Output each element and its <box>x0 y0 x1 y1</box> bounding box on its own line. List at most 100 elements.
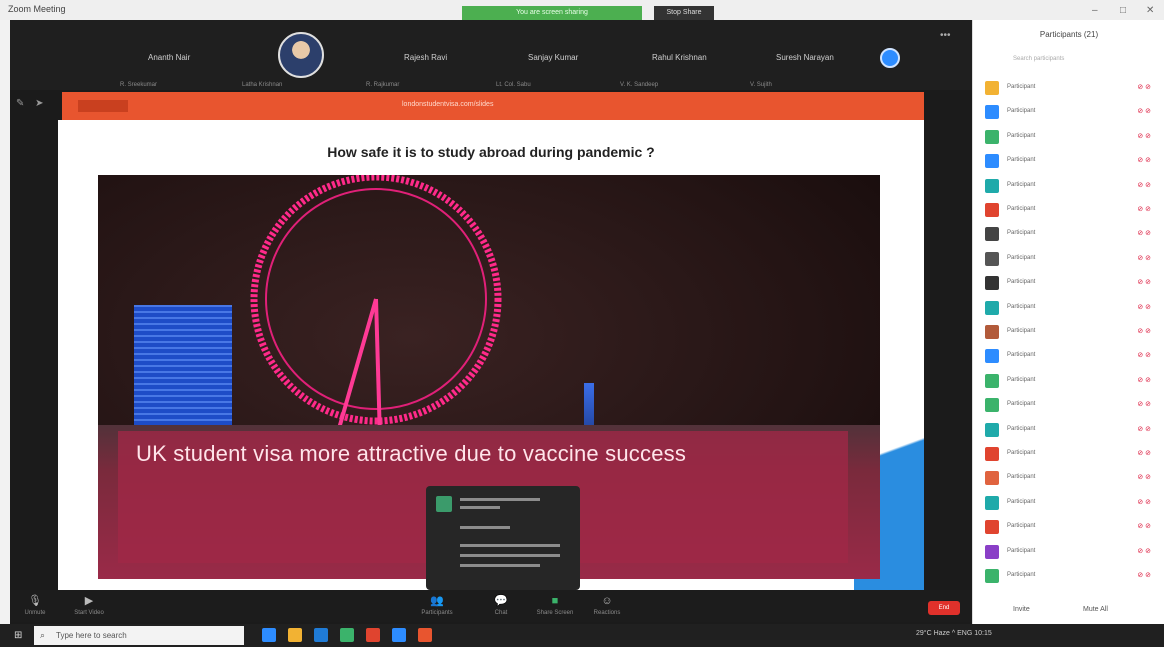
start-video-button[interactable]: ▶ Start Video <box>64 594 114 616</box>
muted-mic-icon: ⊘ ⊘ <box>1137 108 1151 116</box>
system-tray[interactable]: 29°C Haze ^ ENG 10:15 <box>916 630 992 637</box>
muted-mic-icon: ⊘ ⊘ <box>1137 572 1151 579</box>
participant-row[interactable]: Participant ⊘ ⊘ <box>983 568 1155 584</box>
participant-name: Participant <box>1007 498 1036 505</box>
gallery-subname: V. Sujith <box>750 82 772 88</box>
meeting-toolbar: 🎙 Unmute ▶ Start Video 👥 Participants 💬 … <box>10 590 972 622</box>
gallery-subname: R. Rajkumar <box>366 82 400 88</box>
participant-row[interactable]: Participant ⊘ ⊘ <box>983 251 1155 267</box>
participant-row[interactable]: Participant ⊘ ⊘ <box>983 202 1155 218</box>
os-taskbar: ⊞ ⌕ Type here to search 29°C Haze ^ ENG … <box>0 624 1164 647</box>
participant-row[interactable]: Participant ⊘ ⊘ <box>983 324 1155 340</box>
participant-row[interactable]: Participant ⊘ ⊘ <box>983 544 1155 560</box>
participant-avatar <box>985 471 999 486</box>
participant-avatar <box>985 325 999 339</box>
mute-all-button[interactable]: Mute All <box>1083 606 1108 613</box>
share-screen-button[interactable]: ■ Share Screen <box>530 594 580 616</box>
participant-avatar <box>985 129 999 144</box>
participant-row[interactable]: Participant ⊘ ⊘ <box>983 178 1155 194</box>
end-meeting-button[interactable]: End <box>928 601 960 615</box>
participant-row[interactable]: Participant ⊘ ⊘ <box>983 153 1155 169</box>
unmute-button[interactable]: 🎙 Unmute <box>10 594 60 616</box>
gallery-name[interactable]: Sanjay Kumar <box>528 53 578 62</box>
taskbar-app-icon[interactable] <box>418 628 432 642</box>
participants-button[interactable]: 👥 Participants <box>412 594 462 616</box>
participant-name: Participant <box>1007 132 1036 139</box>
participant-row[interactable]: Participant ⊘ ⊘ <box>983 422 1155 438</box>
participant-name: Participant <box>1007 352 1036 359</box>
reactions-button[interactable]: ☺ Reactions <box>582 594 632 616</box>
participant-name: Participant <box>1007 254 1036 261</box>
participant-search-input[interactable]: Search participants <box>1013 56 1123 66</box>
participant-name: Participant <box>1007 206 1036 212</box>
participant-row[interactable]: Participant ⊘ ⊘ <box>983 519 1155 535</box>
participant-row[interactable]: Participant ⊘ ⊘ <box>983 275 1155 291</box>
participant-avatar <box>985 251 999 266</box>
chat-sender-avatar <box>436 496 452 512</box>
windows-start-icon[interactable]: ⊞ <box>14 630 22 641</box>
participant-avatar <box>985 203 999 217</box>
participant-row[interactable]: Participant ⊘ ⊘ <box>983 446 1155 462</box>
participant-row[interactable]: Participant ⊘ ⊘ <box>983 348 1155 364</box>
participants-icon: 👥 <box>430 595 444 607</box>
participant-row[interactable]: Participant ⊘ ⊘ <box>983 373 1155 389</box>
taskbar-app-icon[interactable] <box>262 628 276 642</box>
arrow-icon[interactable]: ➤ <box>35 98 43 109</box>
gallery-name[interactable]: Rajesh Ravi <box>404 53 447 62</box>
muted-mic-icon: ⊘ ⊘ <box>1137 352 1151 360</box>
participant-avatar <box>985 178 999 193</box>
gallery-name[interactable]: Suresh Narayan <box>776 53 834 62</box>
muted-mic-icon: ⊘ ⊘ <box>1137 157 1151 165</box>
participant-row[interactable]: Participant ⊘ ⊘ <box>983 226 1155 242</box>
participant-row[interactable]: Participant ⊘ ⊘ <box>983 397 1155 413</box>
gallery-name[interactable]: Ananth Nair <box>148 53 190 62</box>
participant-row[interactable]: Participant ⊘ ⊘ <box>983 129 1155 145</box>
annotation-tools[interactable]: ✎ ➤ <box>16 98 44 109</box>
taskbar-app-icon[interactable] <box>392 628 406 642</box>
chat-button[interactable]: 💬 Chat <box>476 594 526 616</box>
participant-row[interactable]: Participant ⊘ ⊘ <box>983 470 1155 486</box>
participant-row[interactable]: Participant ⊘ ⊘ <box>983 495 1155 511</box>
pencil-icon[interactable]: ✎ <box>16 98 24 109</box>
participant-avatar[interactable] <box>880 48 900 68</box>
taskbar-app-icon[interactable] <box>288 628 302 642</box>
gallery-name[interactable]: Rahul Krishnan <box>652 53 707 62</box>
chat-line <box>460 564 540 567</box>
muted-mic-icon: ⊘ ⊘ <box>1137 279 1151 287</box>
shared-browser-bar: londonstudentvisa.com/slides <box>62 92 924 120</box>
browser-url[interactable]: londonstudentvisa.com/slides <box>402 101 493 108</box>
gallery-subname: Lt. Col. Sabu <box>496 82 531 88</box>
minimize-icon[interactable]: – <box>1092 5 1098 16</box>
participant-avatar <box>985 422 999 437</box>
taskbar-search-input[interactable]: ⌕ Type here to search <box>34 626 244 645</box>
participant-name: Participant <box>1007 523 1036 530</box>
muted-mic-icon: ⊘ ⊘ <box>1137 376 1151 384</box>
muted-mic-icon: ⊘ ⊘ <box>1137 474 1151 482</box>
chat-line <box>460 554 560 557</box>
participant-row[interactable]: Participant ⊘ ⊘ <box>983 80 1155 96</box>
speaker-avatar[interactable] <box>278 32 324 78</box>
participant-name: Participant <box>1007 279 1036 286</box>
participant-row[interactable]: Participant ⊘ ⊘ <box>983 104 1155 120</box>
participant-name: Participant <box>1007 181 1036 188</box>
muted-mic-icon: ⊘ ⊘ <box>1137 401 1151 409</box>
maximize-icon[interactable]: □ <box>1120 5 1126 16</box>
taskbar-app-icon[interactable] <box>340 628 354 642</box>
gallery-subname: V. K. Sandeep <box>620 82 659 88</box>
invite-button[interactable]: Invite <box>1013 606 1030 613</box>
taskbar-app-icon[interactable] <box>366 628 380 642</box>
chat-notification-popup[interactable] <box>426 486 580 590</box>
participant-avatar <box>985 447 999 461</box>
more-dots-icon[interactable]: ••• <box>940 30 951 41</box>
stop-share-button[interactable]: Stop Share <box>654 6 714 20</box>
close-icon[interactable]: ✕ <box>1146 5 1154 16</box>
participant-name: Participant <box>1007 547 1036 554</box>
meeting-area: Ananth Nair Rajesh Ravi Sanjay Kumar Rah… <box>10 20 972 624</box>
reactions-icon: ☺ <box>601 595 613 607</box>
browser-tab[interactable] <box>78 100 128 112</box>
participant-avatar <box>985 349 999 364</box>
participant-row[interactable]: Participant ⊘ ⊘ <box>983 300 1155 316</box>
participant-name: Participant <box>1007 303 1036 310</box>
taskbar-app-icon[interactable] <box>314 628 328 642</box>
participant-name: Participant <box>1007 572 1036 578</box>
